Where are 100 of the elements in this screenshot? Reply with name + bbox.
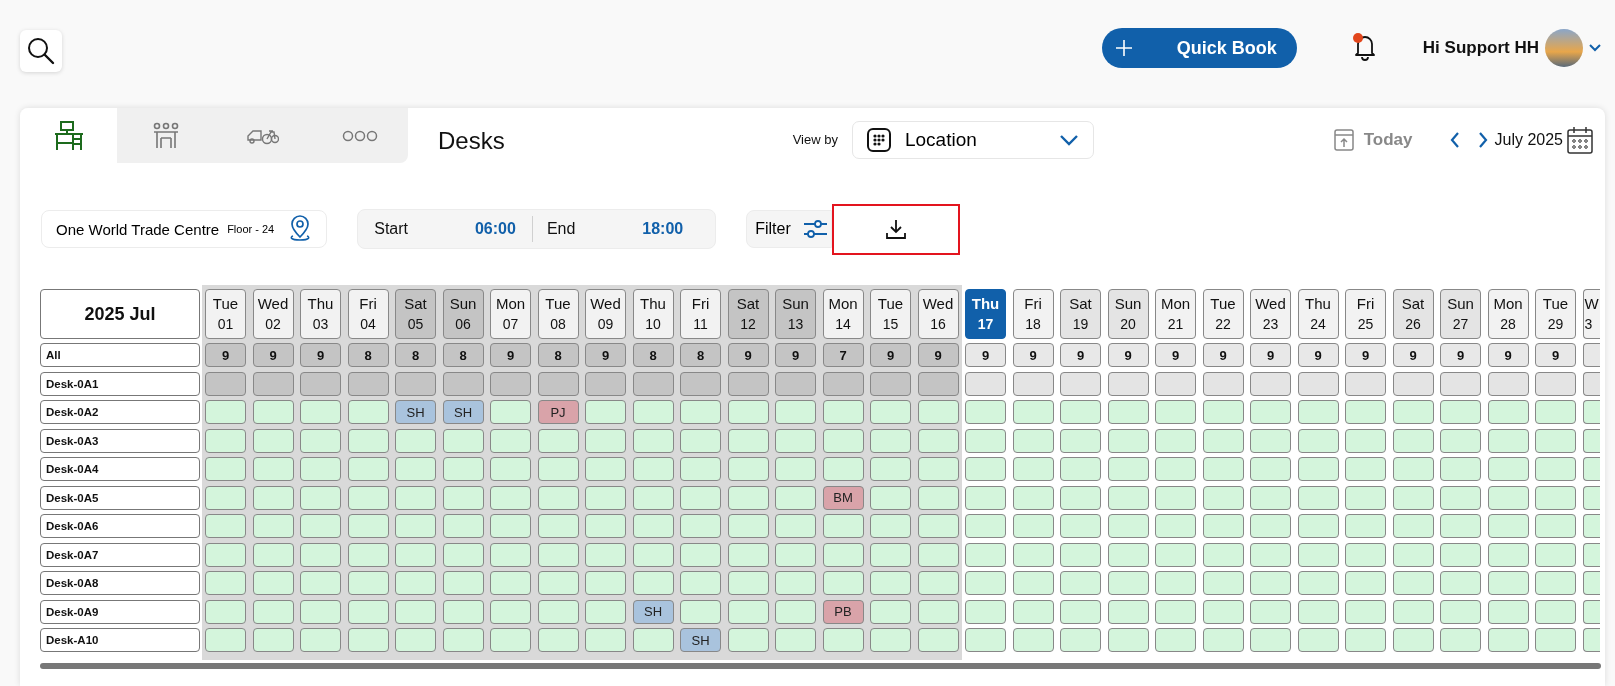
available-slot[interactable]: [1582, 571, 1600, 595]
avatar-photo-placeholder[interactable]: [1545, 29, 1583, 67]
available-slot[interactable]: [300, 542, 341, 567]
available-slot[interactable]: [965, 457, 1006, 481]
available-slot[interactable]: [205, 571, 246, 595]
available-slot[interactable]: [1535, 599, 1576, 624]
available-slot[interactable]: [822, 400, 864, 424]
available-slot[interactable]: [775, 428, 816, 453]
available-slot[interactable]: [1155, 457, 1196, 481]
available-slot[interactable]: [870, 599, 911, 624]
available-slot[interactable]: [490, 457, 531, 481]
unavailable-slot[interactable]: [300, 371, 341, 396]
available-slot[interactable]: [1487, 628, 1529, 652]
unavailable-slot[interactable]: [680, 371, 721, 396]
available-slot[interactable]: [347, 628, 389, 652]
available-slot[interactable]: [965, 571, 1006, 595]
desk-label[interactable]: Desk-0A6: [40, 514, 200, 538]
day-header[interactable]: Fri 18: [1012, 289, 1054, 339]
day-header[interactable]: Tue 29: [1535, 289, 1576, 339]
available-slot[interactable]: [965, 428, 1006, 453]
available-slot[interactable]: [1202, 457, 1244, 481]
day-header[interactable]: Sun 20: [1107, 289, 1149, 339]
available-slot[interactable]: [1155, 514, 1196, 538]
available-slot[interactable]: [1155, 571, 1196, 595]
available-slot[interactable]: [870, 571, 911, 595]
available-slot[interactable]: [1297, 457, 1339, 481]
available-slot[interactable]: [1060, 542, 1101, 567]
available-slot[interactable]: [252, 400, 294, 424]
available-slot[interactable]: [1535, 514, 1576, 538]
booking-slot[interactable]: SH: [632, 599, 674, 624]
available-slot[interactable]: [537, 542, 579, 567]
available-slot[interactable]: [1440, 542, 1481, 567]
available-slot[interactable]: [1345, 485, 1386, 510]
available-slot[interactable]: [537, 599, 579, 624]
unavailable-slot[interactable]: [917, 371, 959, 396]
available-slot[interactable]: [1012, 599, 1054, 624]
available-slot[interactable]: [1297, 428, 1339, 453]
unavailable-slot[interactable]: [1345, 371, 1386, 396]
available-slot[interactable]: [1440, 457, 1481, 481]
available-slot[interactable]: [1250, 514, 1291, 538]
available-slot[interactable]: [1297, 628, 1339, 652]
available-slot[interactable]: [252, 428, 294, 453]
available-slot[interactable]: [585, 400, 626, 424]
day-header[interactable]: Tue 01: [205, 289, 246, 339]
available-slot[interactable]: [1060, 599, 1101, 624]
available-slot[interactable]: [300, 428, 341, 453]
day-header[interactable]: Thu 03: [300, 289, 341, 339]
available-slot[interactable]: [965, 542, 1006, 567]
available-slot[interactable]: [1107, 485, 1149, 510]
day-header[interactable]: Tue 15: [870, 289, 911, 339]
available-slot[interactable]: [1392, 571, 1434, 595]
available-slot[interactable]: [537, 457, 579, 481]
available-slot[interactable]: [1535, 400, 1576, 424]
day-header[interactable]: Wed 02: [252, 289, 294, 339]
available-slot[interactable]: [205, 542, 246, 567]
available-slot[interactable]: [1155, 428, 1196, 453]
available-slot[interactable]: [1250, 599, 1291, 624]
available-slot[interactable]: [680, 485, 721, 510]
unavailable-slot[interactable]: [442, 371, 484, 396]
available-slot[interactable]: [252, 628, 294, 652]
available-slot[interactable]: [490, 514, 531, 538]
available-slot[interactable]: [1012, 571, 1054, 595]
available-slot[interactable]: [1582, 400, 1600, 424]
available-slot[interactable]: [1202, 400, 1244, 424]
available-slot[interactable]: [1107, 628, 1149, 652]
available-slot[interactable]: [1060, 628, 1101, 652]
available-slot[interactable]: [1487, 400, 1529, 424]
available-slot[interactable]: [727, 400, 769, 424]
available-slot[interactable]: [442, 485, 484, 510]
available-slot[interactable]: [347, 571, 389, 595]
desk-label[interactable]: Desk-0A4: [40, 457, 200, 481]
desk-label[interactable]: Desk-0A9: [40, 599, 200, 624]
available-slot[interactable]: [632, 571, 674, 595]
available-slot[interactable]: [537, 628, 579, 652]
available-slot[interactable]: [1202, 542, 1244, 567]
available-slot[interactable]: [347, 400, 389, 424]
available-slot[interactable]: [300, 457, 341, 481]
available-slot[interactable]: [252, 599, 294, 624]
available-slot[interactable]: [347, 599, 389, 624]
available-slot[interactable]: [1012, 485, 1054, 510]
available-slot[interactable]: [680, 457, 721, 481]
unavailable-slot[interactable]: [1535, 371, 1576, 396]
available-slot[interactable]: [395, 599, 436, 624]
day-header[interactable]: Fri 11: [680, 289, 721, 339]
available-slot[interactable]: [252, 514, 294, 538]
available-slot[interactable]: [1250, 400, 1291, 424]
calendar-icon[interactable]: [1567, 125, 1593, 154]
available-slot[interactable]: [1345, 571, 1386, 595]
available-slot[interactable]: [1107, 457, 1149, 481]
available-slot[interactable]: [1440, 599, 1481, 624]
booking-slot[interactable]: PB: [822, 599, 864, 624]
available-slot[interactable]: [1060, 571, 1101, 595]
unavailable-slot[interactable]: [727, 371, 769, 396]
available-slot[interactable]: [965, 514, 1006, 538]
available-slot[interactable]: [822, 457, 864, 481]
unavailable-slot[interactable]: [395, 371, 436, 396]
available-slot[interactable]: [1297, 599, 1339, 624]
available-slot[interactable]: [1535, 457, 1576, 481]
available-slot[interactable]: [205, 599, 246, 624]
available-slot[interactable]: [1440, 514, 1481, 538]
